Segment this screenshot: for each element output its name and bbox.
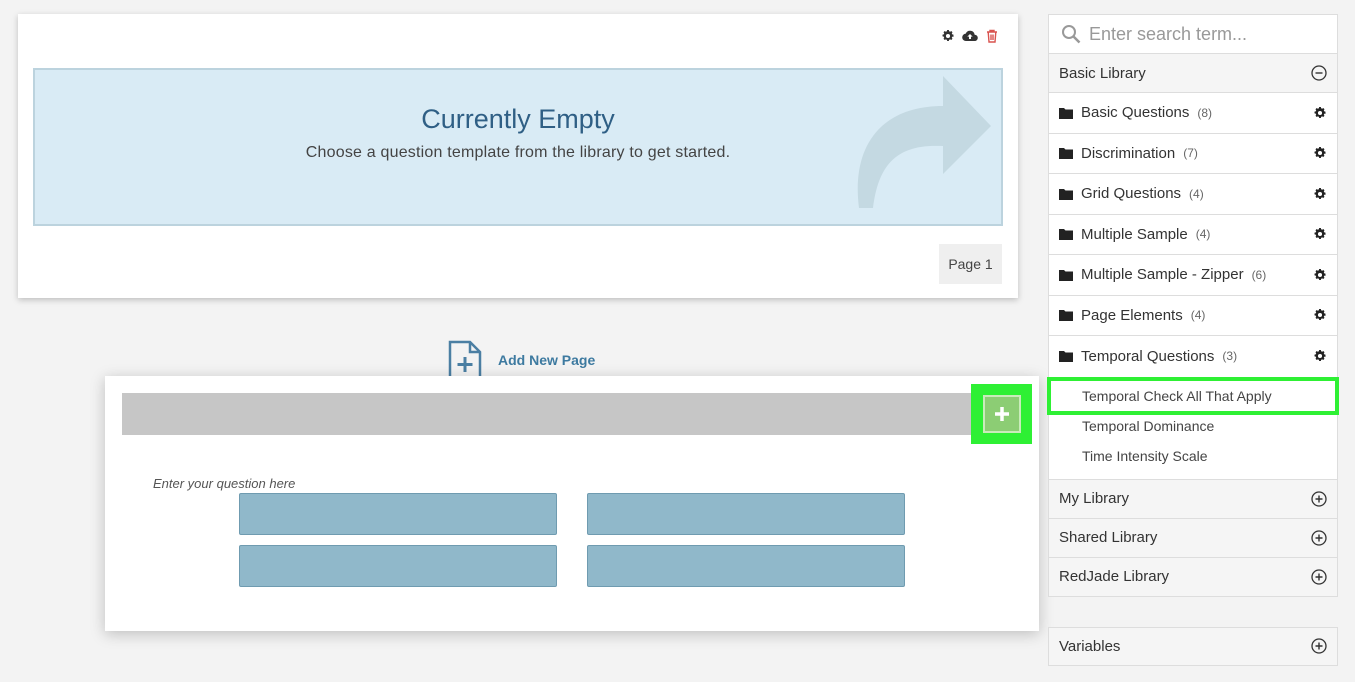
gear-icon[interactable] [1313,308,1327,322]
gear-icon[interactable] [940,28,956,44]
gear-icon[interactable] [1313,106,1327,120]
basic-library-label: Basic Library [1059,64,1146,82]
add-page-icon [448,340,482,380]
folder-name: Multiple Sample [1081,225,1188,243]
page-card: Currently Empty Choose a question templa… [18,14,1018,298]
folder-multiple-sample-zipper[interactable]: Multiple Sample - Zipper (6) [1048,255,1338,296]
gear-icon[interactable] [1313,146,1327,160]
folder-icon [1059,107,1073,119]
expand-plus-icon[interactable] [1311,490,1327,507]
folder-basic-questions[interactable]: Basic Questions (8) [1048,93,1338,134]
folder-name: Temporal Questions [1081,347,1215,365]
variables-header[interactable]: Variables [1048,626,1338,666]
my-library-label: My Library [1059,490,1130,507]
folder-grid-questions[interactable]: Grid Questions (4) [1048,174,1338,215]
folder-count: (6) [1251,267,1267,282]
folder-icon [1059,188,1073,200]
add-question-highlight [971,384,1032,444]
template-temporal-check-all-that-apply[interactable]: Temporal Check All That Apply [1047,376,1339,415]
my-library-header[interactable]: My Library [1048,479,1338,519]
add-new-page-label: Add New Page [498,352,596,368]
preview-header-bar [122,393,1014,435]
folder-count: (4) [1190,308,1206,323]
folder-count: (7) [1183,146,1198,161]
gear-icon[interactable] [1313,187,1327,201]
folder-icon [1059,351,1073,363]
basic-library-header[interactable]: Basic Library [1048,54,1338,93]
answer-option-1[interactable] [239,493,557,535]
folder-page-elements[interactable]: Page Elements (4) [1048,295,1338,336]
trash-icon[interactable] [984,28,1000,44]
folder-list: Basic Questions (8) Discrimination (7) G… [1048,93,1338,377]
variables-label: Variables [1059,637,1121,655]
page-number-badge[interactable]: Page 1 [939,244,1002,284]
shared-library-header[interactable]: Shared Library [1048,518,1338,558]
answer-option-3[interactable] [239,545,557,587]
library-sidebar: Basic Library Basic Questions (8) Discri… [1047,14,1339,666]
temporal-questions-list: Temporal Check All That Apply Temporal D… [1047,376,1339,480]
redjade-library-label: RedJade Library [1059,568,1170,585]
folder-temporal-questions[interactable]: Temporal Questions (3) [1048,336,1338,377]
question-placeholder: Enter your question here [153,476,296,491]
question-template-preview[interactable]: Enter your question here [105,376,1039,631]
page-tools [940,28,1000,44]
folder-icon [1059,310,1073,322]
folder-count: (8) [1197,105,1213,120]
cloud-upload-icon[interactable] [962,28,978,44]
gear-icon[interactable] [1313,268,1327,282]
plus-icon [994,407,1009,421]
expand-plus-icon[interactable] [1311,529,1327,546]
add-question-button[interactable] [982,395,1021,433]
search-input[interactable] [1089,23,1329,45]
folder-name: Page Elements [1081,306,1183,324]
expand-plus-icon[interactable] [1311,638,1327,654]
folder-name: Discrimination [1081,144,1176,162]
empty-title: Currently Empty [421,104,615,134]
add-new-page-button[interactable]: Add New Page [448,340,595,380]
folder-count: (4) [1195,227,1211,242]
shared-library-label: Shared Library [1059,529,1158,546]
search-box [1048,14,1338,54]
answer-option-2[interactable] [587,493,905,535]
expand-plus-icon[interactable] [1311,568,1327,585]
folder-discrimination[interactable]: Discrimination (7) [1048,133,1338,174]
folder-count: (3) [1222,349,1238,364]
empty-state-panel: Currently Empty Choose a question templa… [33,68,1003,226]
search-icon [1062,25,1081,44]
folder-icon [1059,148,1073,160]
folder-count: (4) [1189,186,1204,201]
folder-name: Multiple Sample - Zipper [1081,266,1244,284]
redjade-library-header[interactable]: RedJade Library [1048,557,1338,597]
gear-icon[interactable] [1313,349,1327,363]
template-temporal-dominance[interactable]: Temporal Dominance [1049,411,1337,441]
folder-icon [1059,229,1073,241]
folder-icon [1059,269,1073,281]
folder-name: Grid Questions [1081,185,1182,203]
empty-subtitle: Choose a question template from the libr… [305,144,731,161]
folder-name: Basic Questions [1081,104,1190,122]
gear-icon[interactable] [1313,227,1327,241]
folder-multiple-sample[interactable]: Multiple Sample (4) [1048,214,1338,255]
collapse-minus-icon[interactable] [1311,65,1327,81]
template-time-intensity-scale[interactable]: Time Intensity Scale [1049,441,1337,471]
answer-option-4[interactable] [587,545,905,587]
